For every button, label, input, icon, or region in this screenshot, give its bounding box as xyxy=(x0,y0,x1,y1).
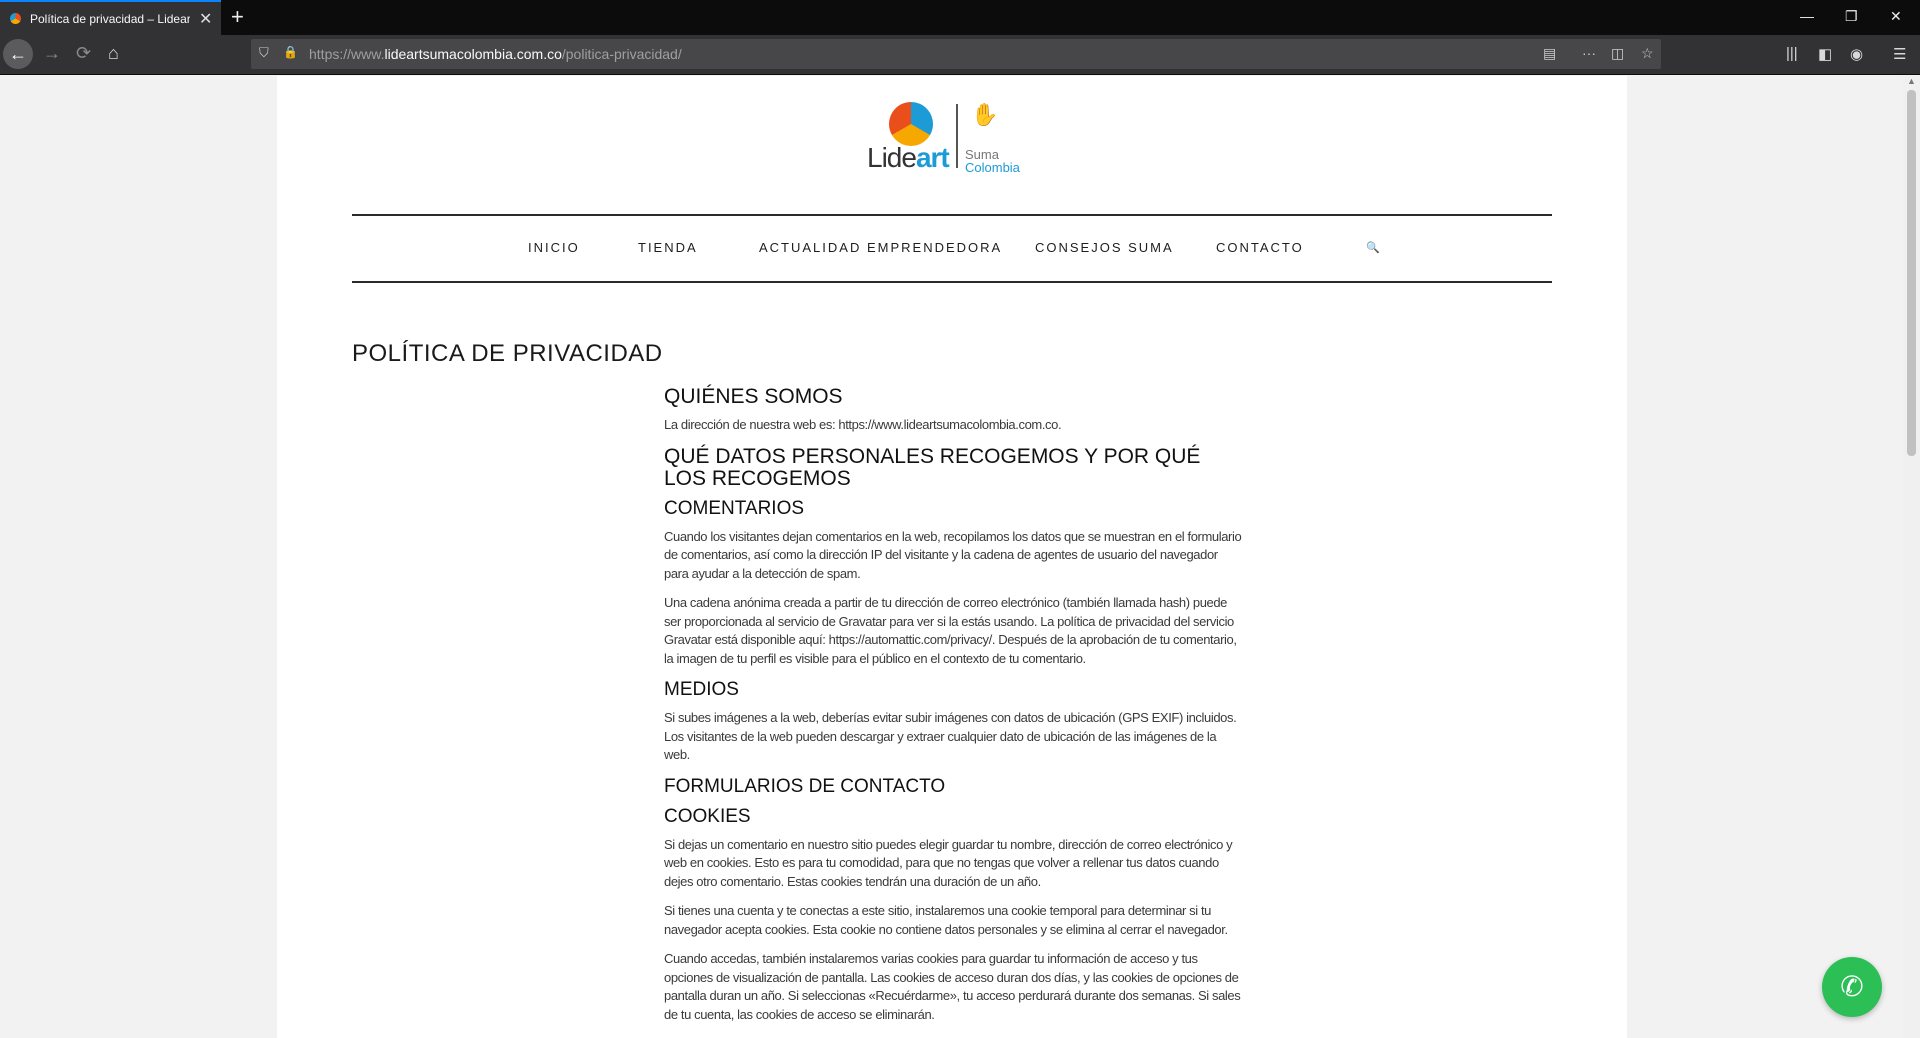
new-tab-button[interactable]: + xyxy=(231,4,244,30)
article-body: QUIÉNES SOMOS La dirección de nuestra we… xyxy=(664,386,1244,1035)
site-favicon-icon xyxy=(10,13,21,24)
active-tab[interactable]: Política de privacidad – Lideart ✕ xyxy=(0,0,221,35)
heading-comentarios: COMENTARIOS xyxy=(664,497,805,519)
menu-item-inicio[interactable]: INICIO xyxy=(528,240,580,255)
paragraph-cookies-1: Si dejas un comentario en nuestro sitio … xyxy=(664,836,1233,889)
url-path: /politica-privacidad/ xyxy=(561,46,682,62)
heading-datos-personales: QUÉ DATOS PERSONALES RECOGEMOS Y POR QUÉ… xyxy=(664,444,1201,490)
page-title: POLÍTICA DE PRIVACIDAD xyxy=(352,340,663,367)
site-logo[interactable]: Lideart ✋ Suma Colombia xyxy=(867,98,1037,178)
menu-item-tienda[interactable]: TIENDA xyxy=(638,240,698,255)
page-content: Lideart ✋ Suma Colombia INICIO TIENDA ACT… xyxy=(277,76,1627,1038)
logo-mark-icon xyxy=(889,102,933,146)
paragraph-comentarios-1: Cuando los visitantes dejan comentarios … xyxy=(664,528,1242,581)
pocket-icon[interactable]: ◫ xyxy=(1611,45,1624,62)
tab-title: Política de privacidad – Lideart xyxy=(30,12,190,26)
minimize-button[interactable]: — xyxy=(1800,8,1814,24)
paragraph-quienes-somos: La dirección de nuestra web es: https://… xyxy=(664,417,1062,432)
reload-button[interactable]: ⟳ xyxy=(76,43,91,64)
scrollbar-thumb[interactable] xyxy=(1907,90,1916,456)
hands-icon: ✋ xyxy=(971,102,999,127)
heading-cookies: COOKIES xyxy=(664,805,751,827)
page-actions-icon[interactable]: ··· xyxy=(1582,45,1596,61)
sidebar-icon[interactable]: ◧ xyxy=(1818,45,1832,63)
library-icon[interactable]: ||| xyxy=(1786,45,1798,62)
navigation-toolbar: ← → ⟳ ⌂ ⛉ 🔒 https://www.lideartsumacolom… xyxy=(0,35,1920,75)
whatsapp-chat-button[interactable]: ✆ xyxy=(1822,957,1882,1017)
logo-brand-b: art xyxy=(915,142,950,173)
heading-formularios-contacto: FORMULARIOS DE CONTACTO xyxy=(664,775,946,797)
heading-quienes-somos: QUIÉNES SOMOS xyxy=(664,385,843,408)
forward-button[interactable]: → xyxy=(43,43,61,64)
lock-icon[interactable]: 🔒 xyxy=(283,45,298,59)
url-text[interactable]: https://www.lideartsumacolombia.com.co/p… xyxy=(309,46,682,62)
menu-item-consejos-suma[interactable]: CONSEJOS SUMA xyxy=(1035,240,1174,255)
logo-brand-a: Lide xyxy=(867,142,917,173)
back-button[interactable]: ← xyxy=(3,39,33,69)
restore-button[interactable]: ❐ xyxy=(1845,8,1858,25)
close-tab-icon[interactable]: ✕ xyxy=(199,9,212,29)
menu-icon[interactable]: ☰ xyxy=(1893,45,1906,63)
paragraph-medios: Si subes imágenes a la web, deberías evi… xyxy=(664,710,1237,762)
whatsapp-icon: ✆ xyxy=(1840,971,1864,1002)
logo-divider xyxy=(956,104,958,168)
tab-bar: Política de privacidad – Lideart ✕ + — ❐… xyxy=(0,0,1920,35)
url-domain: lideartsumacolombia.com.co xyxy=(384,46,562,62)
paragraph-comentarios-2: Una cadena anónima creada a partir de tu… xyxy=(664,595,1237,666)
bookmark-star-icon[interactable]: ☆ xyxy=(1641,45,1654,62)
logo-wordmark: Lideart xyxy=(867,142,950,174)
main-menu: INICIO TIENDA ACTUALIDAD EMPRENDEDORA CO… xyxy=(352,240,1552,264)
home-button[interactable]: ⌂ xyxy=(108,43,119,64)
menu-bottom-divider xyxy=(352,281,1552,283)
logo-tagline: Suma Colombia xyxy=(965,148,1020,174)
menu-item-contacto[interactable]: CONTACTO xyxy=(1216,240,1304,255)
scroll-up-arrow-icon[interactable]: ▲ xyxy=(1907,76,1916,86)
logo-tag-b: Colombia xyxy=(965,160,1020,175)
search-icon[interactable]: 🔍 xyxy=(1366,241,1382,254)
account-icon[interactable]: ◉ xyxy=(1850,45,1863,63)
address-bar[interactable]: ⛉ 🔒 https://www.lideartsumacolombia.com.… xyxy=(251,39,1661,69)
window-close-button[interactable]: ✕ xyxy=(1890,8,1902,25)
page-scrollbar[interactable]: ▲ xyxy=(1903,76,1920,1038)
heading-medios: MEDIOS xyxy=(664,679,739,700)
paragraph-cookies-2: Si tienes una cuenta y te conectas a est… xyxy=(664,903,1228,937)
paragraph-cookies-3: Cuando accedas, también instalaremos var… xyxy=(664,951,1241,1022)
tracking-shield-icon[interactable]: ⛉ xyxy=(259,45,269,61)
menu-top-divider xyxy=(352,214,1552,216)
url-scheme: https://www. xyxy=(309,46,385,62)
reader-view-icon[interactable]: ▤ xyxy=(1543,45,1556,62)
menu-item-actualidad-emprendedora[interactable]: ACTUALIDAD EMPRENDEDORA xyxy=(759,240,1002,255)
